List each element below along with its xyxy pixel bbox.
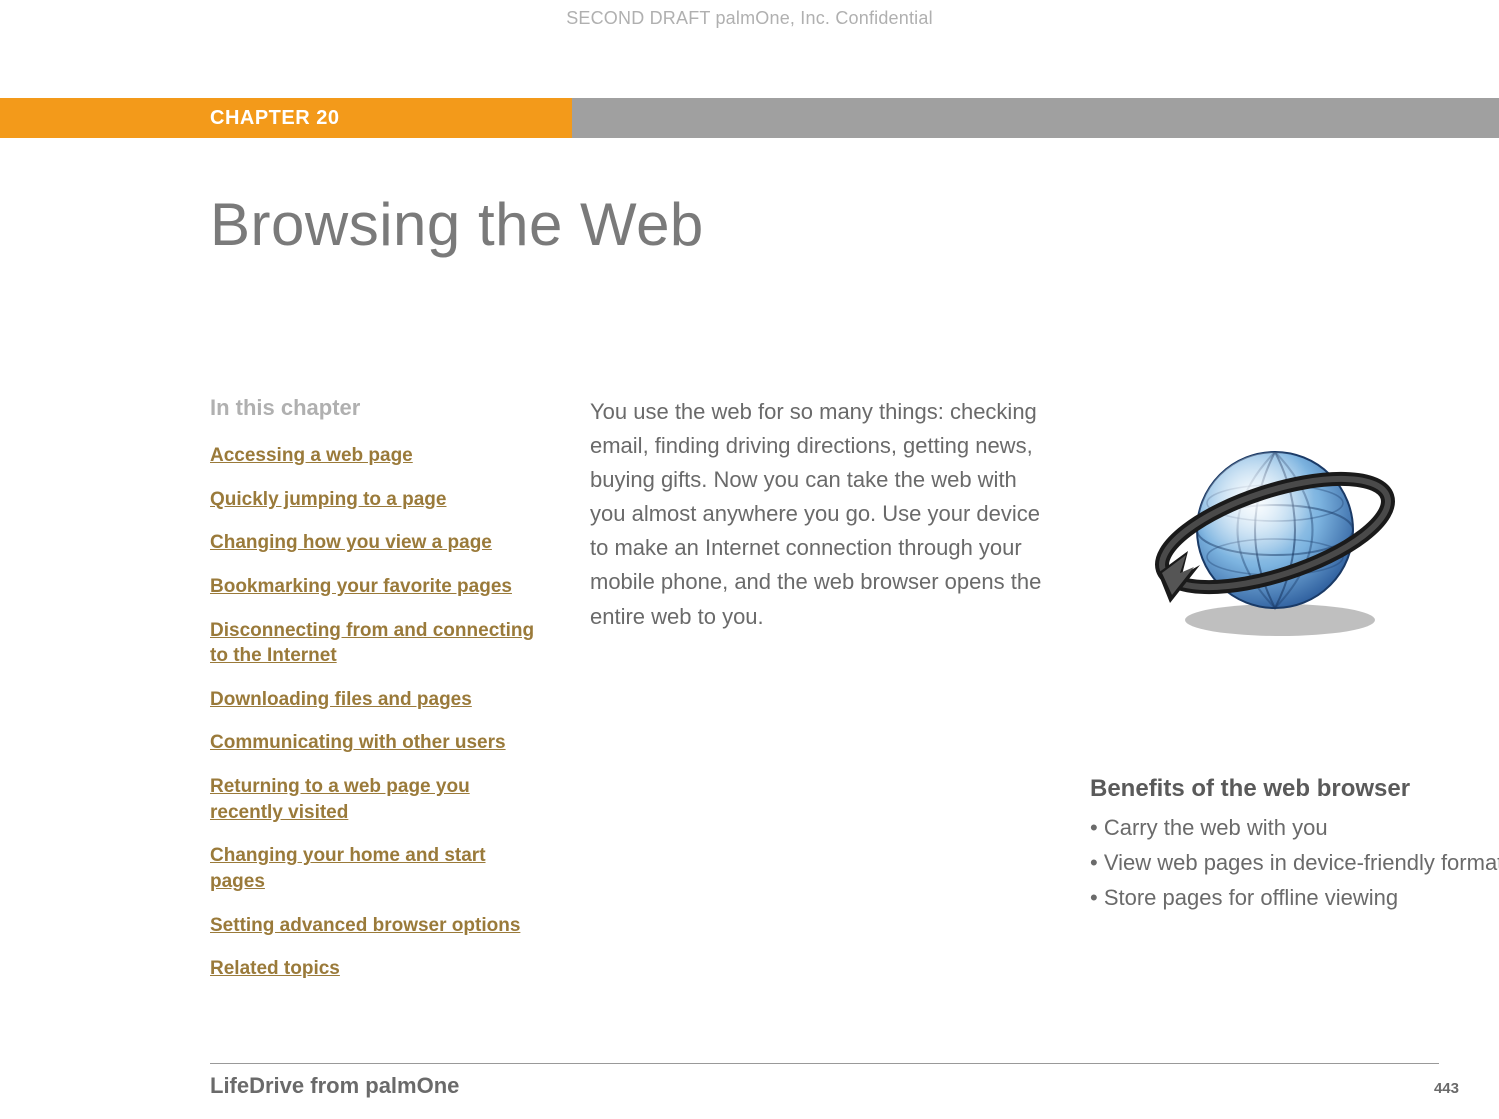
benefit-item: View web pages in device-friendly format (1090, 848, 1499, 879)
toc-link-returning[interactable]: Returning to a web page you recently vis… (210, 774, 540, 825)
chapter-highlight: CHAPTER 20 (0, 98, 572, 138)
sidebar: In this chapter Accessing a web page Qui… (210, 395, 540, 1000)
confidential-header: SECOND DRAFT palmOne, Inc. Confidential (0, 0, 1499, 29)
toc-link-disconnecting[interactable]: Disconnecting from and connecting to the… (210, 618, 540, 669)
benefits-heading: Benefits of the web browser (1090, 775, 1499, 803)
benefit-item: Carry the web with you (1090, 813, 1499, 844)
footer-rule (210, 1063, 1439, 1064)
content: In this chapter Accessing a web page Qui… (210, 395, 1439, 1049)
footer: LifeDrive from palmOne 443 (210, 1073, 1459, 1099)
toc-link-communicating[interactable]: Communicating with other users (210, 730, 540, 756)
benefits-block: Benefits of the web browser Carry the we… (1090, 775, 1499, 917)
toc-link-downloading[interactable]: Downloading files and pages (210, 687, 540, 713)
footer-product: LifeDrive from palmOne (210, 1073, 459, 1099)
chapter-bar: CHAPTER 20 (0, 98, 1499, 138)
toc-link-home-start[interactable]: Changing your home and start pages (210, 843, 540, 894)
chapter-label: CHAPTER 20 (210, 107, 339, 130)
benefit-item: Store pages for offline viewing (1090, 883, 1499, 914)
page-title: Browsing the Web (210, 190, 704, 259)
toc-link-quickly-jumping[interactable]: Quickly jumping to a page (210, 487, 540, 513)
toc-link-bookmarking[interactable]: Bookmarking your favorite pages (210, 574, 540, 600)
benefits-list: Carry the web with you View web pages in… (1090, 813, 1499, 913)
toc-link-accessing[interactable]: Accessing a web page (210, 443, 540, 469)
toc-link-related-topics[interactable]: Related topics (210, 956, 540, 982)
globe-internet-icon (1140, 425, 1400, 645)
toc-link-advanced-options[interactable]: Setting advanced browser options (210, 913, 540, 939)
intro-column: You use the web for so many things: chec… (590, 395, 1050, 634)
toc-link-changing-view[interactable]: Changing how you view a page (210, 530, 540, 556)
sidebar-heading: In this chapter (210, 395, 540, 421)
footer-page-number: 443 (1434, 1080, 1459, 1097)
intro-text: You use the web for so many things: chec… (590, 395, 1050, 634)
